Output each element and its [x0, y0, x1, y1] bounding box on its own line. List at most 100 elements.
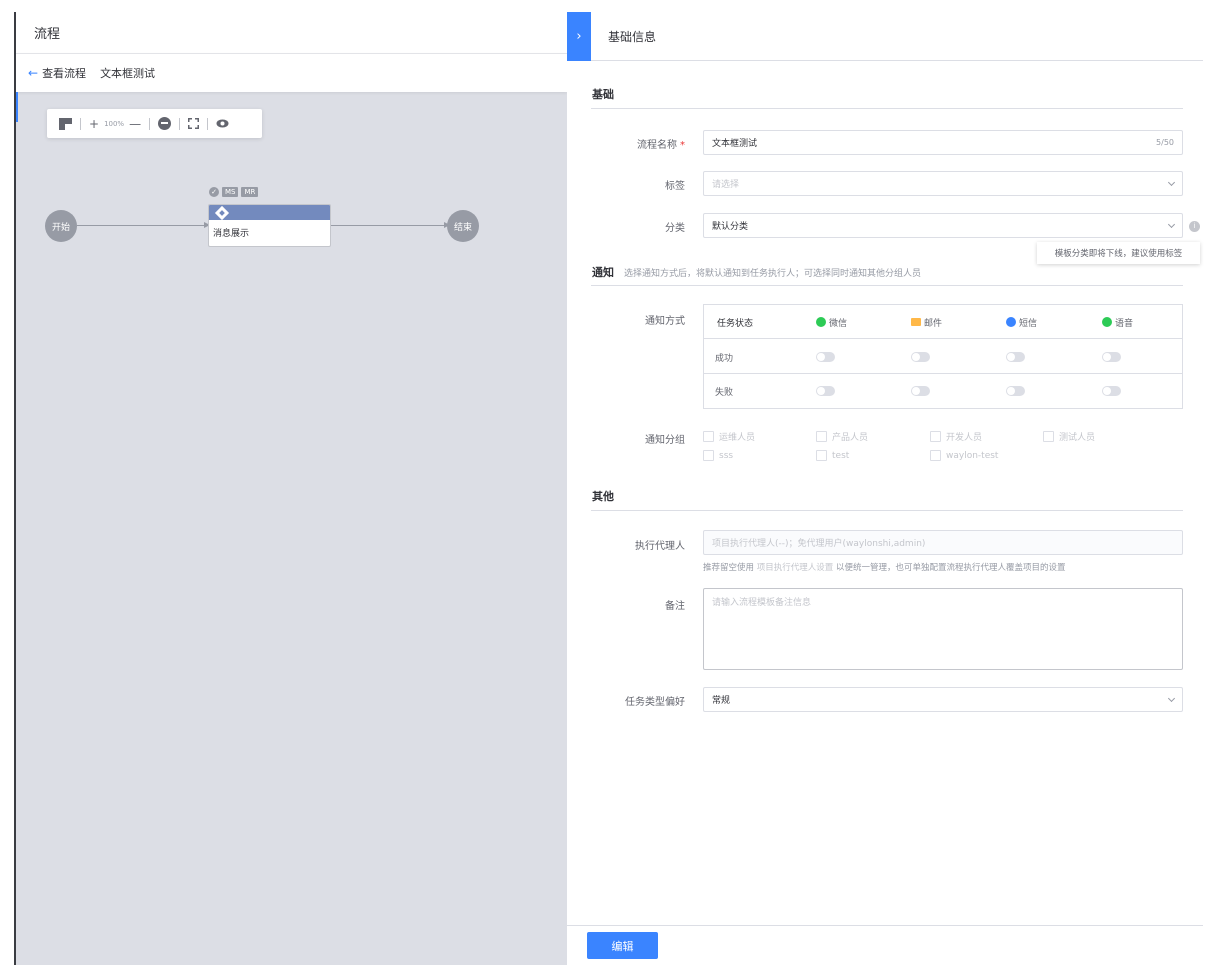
- flow-name: 文本框测试: [100, 67, 156, 80]
- toggle-cell: [1006, 340, 1025, 374]
- section-notify-desc: 选择通知方式后，将默认通知到任务执行人；可选择同时通知其他分组人员: [624, 269, 922, 279]
- chevron-down-icon: [1167, 694, 1176, 703]
- category-label: 分类: [665, 223, 685, 234]
- end-node[interactable]: 结束: [447, 210, 479, 242]
- notify-table-header: 任务状态 微信 邮件 短信 语音: [704, 305, 1182, 339]
- group-checkbox-sss[interactable]: sss: [703, 450, 733, 461]
- flow-name-value: 文本框测试: [712, 139, 758, 149]
- channel-wechat: 微信: [816, 305, 847, 339]
- channel-sms-label: 短信: [1019, 318, 1038, 329]
- section-divider: [591, 510, 1183, 511]
- required-mark: *: [680, 140, 685, 151]
- canvas[interactable]: + 100% — 开始 ✓ MS MR 消息展示 结束: [16, 92, 567, 965]
- info-icon[interactable]: i: [1189, 221, 1200, 232]
- group-checkbox-dev[interactable]: 开发人员: [930, 430, 982, 443]
- toolbar-divider: [179, 117, 181, 130]
- toggle-cell: [1102, 374, 1121, 408]
- start-node[interactable]: 开始: [45, 210, 77, 242]
- checkbox[interactable]: [703, 431, 714, 442]
- tag-placeholder: 请选择: [712, 180, 740, 190]
- fit-screen-button[interactable]: [188, 116, 200, 132]
- mail-icon: [911, 318, 921, 326]
- channel-wechat-label: 微信: [829, 318, 848, 329]
- preview-button[interactable]: [216, 116, 229, 132]
- flow-name-input[interactable]: 文本框测试 5/50: [703, 130, 1183, 155]
- checkbox[interactable]: [930, 450, 941, 461]
- group-checkbox-waylon[interactable]: waylon-test: [930, 450, 998, 461]
- start-node-label: 开始: [51, 222, 70, 233]
- channel-email: 邮件: [911, 305, 942, 339]
- chevron-right-icon: ›: [576, 29, 582, 44]
- group-label: 运维人员: [719, 433, 756, 443]
- row-status-label: 成功: [715, 353, 734, 364]
- toggle-failure-wechat[interactable]: [816, 386, 835, 396]
- section-divider: [591, 108, 1183, 109]
- globe-icon: [158, 117, 172, 130]
- end-node-label: 结束: [453, 222, 472, 233]
- tag-label: 标签: [665, 181, 685, 192]
- group-label: test: [832, 450, 850, 461]
- zoom-level: 100%: [104, 119, 125, 128]
- reset-view-button[interactable]: [158, 116, 172, 132]
- toggle-cell: [911, 340, 930, 374]
- app-root: 流程 ← 查看流程 文本框测试 + 100% — 开始 ✓ MS MR 消息展示…: [0, 0, 1222, 975]
- toggle-cell: [816, 340, 835, 374]
- checkbox[interactable]: [1043, 431, 1054, 442]
- group-checkbox-test[interactable]: 测试人员: [1043, 430, 1095, 443]
- breadcrumb: ← 查看流程 文本框测试: [16, 54, 567, 92]
- checkbox[interactable]: [930, 431, 941, 442]
- notify-type-label: 通知方式: [645, 316, 685, 327]
- task-type-label: 任务类型偏好: [625, 697, 685, 708]
- toggle-success-wechat[interactable]: [816, 352, 835, 362]
- channel-voice: 语音: [1102, 305, 1133, 339]
- panel-footer: 编辑: [567, 925, 1203, 965]
- toggle-failure-voice[interactable]: [1102, 386, 1121, 396]
- channel-email-label: 邮件: [924, 318, 943, 329]
- sms-icon: [1006, 317, 1016, 327]
- chevron-down-icon: [1167, 220, 1176, 229]
- executor-settings-link[interactable]: 项目执行代理人设置: [757, 563, 834, 573]
- flow-name-label: 流程名称 *: [637, 136, 685, 151]
- toggle-success-sms[interactable]: [1006, 352, 1025, 362]
- toggle-failure-sms[interactable]: [1006, 386, 1025, 396]
- executor-input[interactable]: 项目执行代理人(--)；免代理用户(waylonshi,admin): [703, 530, 1183, 555]
- toggle-failure-email[interactable]: [911, 386, 930, 396]
- task-node-label: 消息展示: [213, 229, 250, 239]
- group-label: waylon-test: [946, 450, 999, 461]
- toggle-success-voice[interactable]: [1102, 352, 1121, 362]
- category-select[interactable]: 默认分类: [703, 213, 1183, 238]
- checkbox[interactable]: [703, 450, 714, 461]
- group-checkbox-test2[interactable]: test: [816, 450, 849, 461]
- tag-select[interactable]: 请选择: [703, 171, 1183, 196]
- group-checkbox-product[interactable]: 产品人员: [816, 430, 868, 443]
- group-label: 测试人员: [1059, 433, 1096, 443]
- toolbar-divider: [80, 117, 81, 130]
- group-label: 产品人员: [832, 433, 869, 443]
- plus-icon: +: [89, 116, 100, 131]
- edit-button[interactable]: 编辑: [587, 932, 658, 959]
- section-divider: [591, 285, 1183, 286]
- back-link[interactable]: 查看流程: [42, 65, 86, 81]
- checkbox[interactable]: [816, 431, 827, 442]
- collapse-panel-button[interactable]: ›: [567, 12, 591, 61]
- task-node[interactable]: 消息展示: [208, 204, 331, 247]
- flow-name-label-text: 流程名称: [637, 140, 677, 151]
- remark-textarea[interactable]: 请输入流程模板备注信息: [703, 588, 1183, 670]
- toggle-success-email[interactable]: [911, 352, 930, 362]
- executor-placeholder: 项目执行代理人(--)；免代理用户(waylonshi,admin): [712, 539, 926, 549]
- layout-button[interactable]: [59, 116, 72, 132]
- header-task-status: 任务状态: [717, 318, 754, 329]
- flow-canvas-area: 流程 ← 查看流程 文本框测试 + 100% — 开始 ✓ MS MR 消息展示…: [14, 12, 567, 965]
- phone-icon: [1102, 317, 1112, 327]
- group-checkbox-ops[interactable]: 运维人员: [703, 430, 755, 443]
- group-label: 开发人员: [946, 433, 983, 443]
- remark-placeholder: 请输入流程模板备注信息: [712, 598, 812, 608]
- zoom-in-button[interactable]: +: [89, 116, 99, 132]
- toggle-cell: [1006, 374, 1025, 408]
- char-count: 5/50: [1156, 138, 1174, 147]
- checkbox[interactable]: [816, 450, 827, 461]
- zoom-out-button[interactable]: —: [129, 116, 141, 132]
- back-arrow-icon[interactable]: ←: [28, 66, 38, 80]
- section-notify-text: 通知: [592, 266, 614, 279]
- task-type-select[interactable]: 常规: [703, 687, 1183, 712]
